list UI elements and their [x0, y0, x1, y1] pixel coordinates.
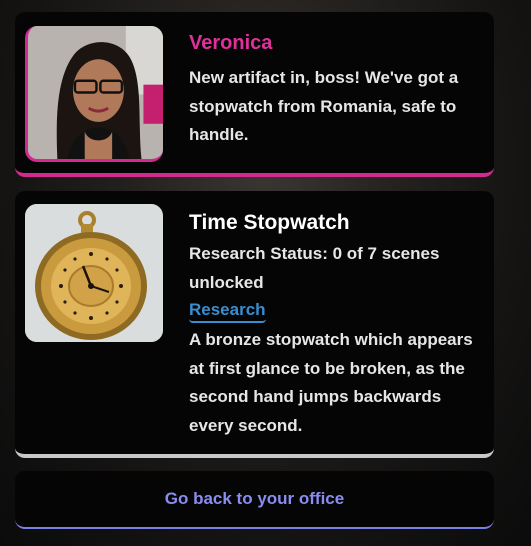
research-status: Research Status: 0 of 7 scenes unlocked: [189, 244, 440, 292]
artifact-card: Time Stopwatch Research Status: 0 of 7 s…: [15, 191, 494, 458]
message-text: New artifact in, boss! We've got a stopw…: [189, 68, 459, 144]
message-card: Veronica New artifact in, boss! We've go…: [15, 12, 494, 177]
speaker-name: Veronica: [189, 32, 273, 54]
speaker-avatar: [25, 26, 163, 162]
back-to-office-label: Go back to your office: [164, 489, 345, 508]
artifact-description: A bronze stopwatch which appears at firs…: [189, 330, 473, 435]
back-to-office-button[interactable]: Go back to your office: [15, 471, 494, 529]
artifact-image: [25, 204, 163, 342]
artifact-title: Time Stopwatch: [189, 211, 350, 234]
research-link[interactable]: Research: [189, 300, 266, 323]
stopwatch-icon: [25, 204, 163, 342]
portrait-image: [28, 26, 163, 159]
